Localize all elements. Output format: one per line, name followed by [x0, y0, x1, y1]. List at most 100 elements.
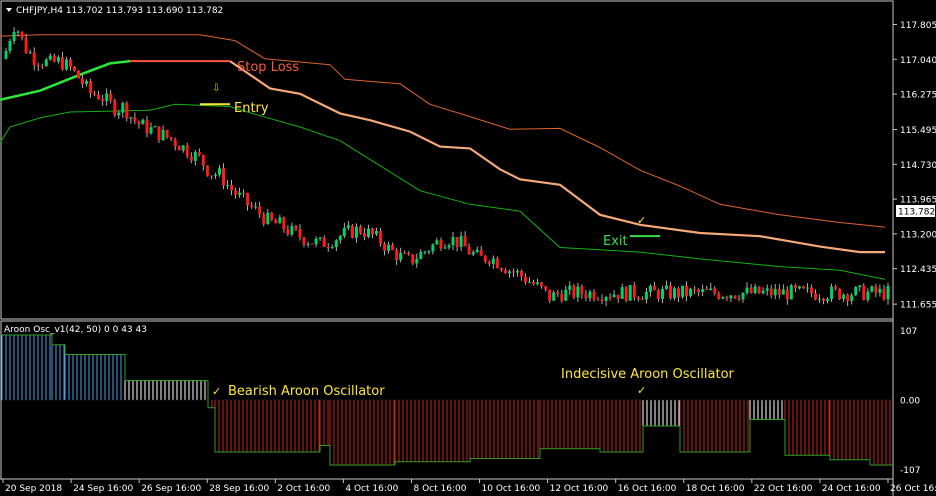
candle-body — [338, 236, 342, 241]
bearish-aroon-label: Bearish Aroon Oscillator — [228, 384, 385, 399]
candle-body — [32, 52, 36, 66]
candle-body — [818, 298, 821, 300]
candle-body — [161, 130, 165, 141]
candle-body — [48, 55, 52, 60]
candle-body — [28, 52, 32, 54]
candle — [862, 283, 866, 301]
candle-body — [85, 81, 89, 85]
indecisive-aroon-label: Indecisive Aroon Oscillator — [561, 367, 735, 382]
candle-body — [423, 251, 427, 253]
bearish-check-icon: ✓ — [212, 385, 221, 398]
time-tick-label: 26 Oct 16:00 — [890, 484, 936, 494]
time-tick-label: 4 Oct 16:00 — [345, 484, 398, 494]
candle-body — [330, 247, 334, 249]
candle-body — [125, 103, 129, 119]
candle-body — [576, 286, 580, 298]
candle-body — [222, 168, 225, 186]
candle-body — [661, 288, 664, 299]
candle-body — [628, 285, 632, 301]
candle-body — [387, 244, 391, 251]
time-tick-label: 12 Oct 16:00 — [550, 484, 609, 494]
candle-body — [399, 252, 403, 261]
candle-body — [842, 294, 846, 299]
entry-arrow-icon: ⇩ — [212, 83, 220, 94]
price-tick-label: 113.965 — [900, 196, 936, 206]
candle-body — [403, 252, 407, 254]
price-axis-labels: 117.805 117.040 116.275 115.495 114.730 113.9… — [893, 21, 936, 311]
candle-body — [612, 294, 616, 298]
candle-body — [4, 51, 8, 59]
candle — [628, 285, 632, 301]
candle-body — [620, 287, 624, 299]
candle-body — [677, 288, 681, 297]
entry-label: Entry — [234, 101, 269, 116]
candle-body — [556, 292, 560, 295]
candle — [789, 283, 793, 300]
candle-body — [169, 137, 173, 140]
candle-body — [560, 294, 564, 301]
candle-body — [640, 299, 644, 301]
candle-body — [810, 287, 813, 294]
candle-body — [483, 255, 487, 262]
candle-body — [822, 298, 825, 301]
candle-body — [781, 289, 785, 295]
candle-body — [350, 225, 354, 238]
candle-body — [777, 289, 781, 295]
candle-body — [785, 289, 789, 300]
candle-body — [512, 271, 515, 273]
candle-body — [415, 259, 419, 264]
candle-body — [117, 112, 121, 116]
indecisive-check-icon: ✓ — [637, 384, 646, 397]
candle-body — [858, 285, 862, 288]
candle-body — [564, 289, 568, 301]
time-tick-label: 24 Oct 16:00 — [822, 484, 881, 494]
candle-body — [290, 226, 294, 235]
candle-body — [536, 282, 540, 285]
indicator-header: Aroon Osc_v1(42, 50) 0 0 43 43 — [4, 325, 147, 335]
price-tick-label: 112.435 — [900, 265, 936, 275]
candle-body — [93, 93, 97, 95]
price-tick-label: 115.495 — [900, 126, 936, 136]
candle-body — [358, 226, 362, 234]
time-tick-label: 18 Oct 16:00 — [686, 484, 745, 494]
candle-body — [165, 130, 169, 138]
candle-body — [185, 145, 189, 157]
aroon-tick-label: -107 — [900, 466, 920, 476]
candle-body — [234, 190, 238, 195]
candle-body — [101, 99, 105, 102]
candle-body — [701, 289, 705, 292]
candle — [681, 285, 685, 299]
candle-body — [870, 286, 874, 292]
candle-body — [693, 288, 697, 290]
candle-body — [173, 139, 177, 147]
candle-body — [411, 254, 415, 264]
forex-chart[interactable]: Stop Loss Entry ⇩ Exit ✓ ✓ Bearish Aroon… — [0, 0, 936, 496]
candle-body — [367, 228, 370, 237]
candle-body — [669, 285, 672, 299]
candle-body — [121, 103, 125, 113]
candle-body — [773, 289, 777, 296]
candle — [113, 98, 117, 118]
candle-body — [789, 285, 793, 300]
candle-body — [407, 253, 411, 255]
price-tick-label: 117.040 — [900, 56, 936, 66]
candle-body — [681, 285, 685, 297]
candle-body — [616, 294, 620, 299]
candle-body — [624, 287, 628, 301]
candle-body — [656, 290, 660, 299]
candle-body — [137, 121, 141, 125]
candle-body — [459, 236, 463, 247]
candle-body — [133, 117, 137, 122]
stop-loss-label: Stop Loss — [237, 60, 299, 75]
candle-body — [201, 154, 205, 166]
candle-body — [830, 286, 834, 299]
candle-body — [854, 287, 858, 296]
candle-body — [475, 249, 479, 253]
symbol-header: CHFJPY,H4 113.702 113.793 113.690 113.78… — [16, 6, 223, 16]
candle-body — [278, 217, 282, 224]
candle-body — [495, 258, 499, 269]
candle-body — [395, 249, 399, 260]
candle-body — [447, 245, 451, 248]
candle-body — [846, 294, 850, 301]
candle-body — [197, 151, 201, 155]
